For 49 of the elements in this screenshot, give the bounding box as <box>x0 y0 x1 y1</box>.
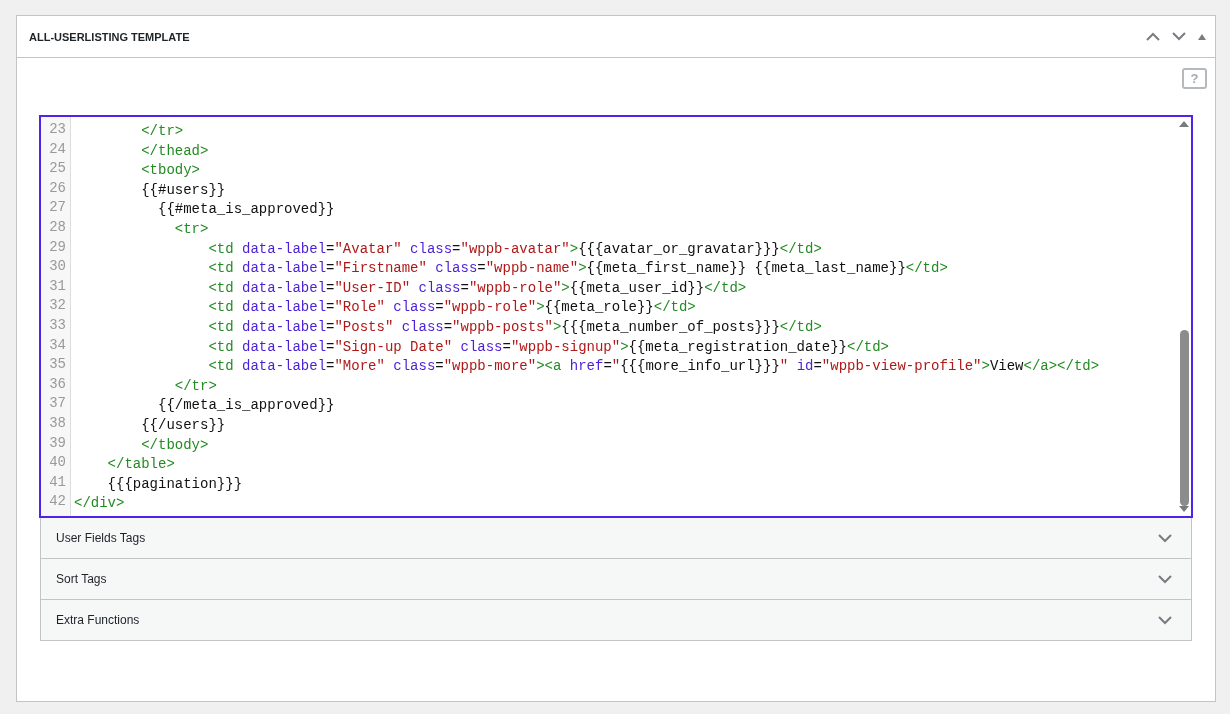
line-number: 28 <box>48 217 67 237</box>
line-number: 35 <box>48 355 67 375</box>
code-line: <td data-label="Avatar" class="wppb-avatar">{{{avatar_or_gravatar}}}</td> <box>207 240 822 257</box>
line-number: 32 <box>48 296 67 316</box>
code-line: </table> <box>106 456 175 473</box>
line-number: 29 <box>48 237 67 257</box>
code-line: <td data-label="Sign-up Date" class="wppb-signup">{{meta_registration_date}}</td> <box>207 338 889 355</box>
line-number: 26 <box>48 178 67 198</box>
code-line: </div> <box>74 495 125 512</box>
line-number: 27 <box>48 198 67 218</box>
line-number: 34 <box>48 335 67 355</box>
code-line: <tr> <box>173 220 209 237</box>
code-line: </tr> <box>140 123 184 139</box>
code-line: </thead> <box>140 142 209 159</box>
code-line: {{{pagination}}} <box>106 475 243 492</box>
accordion-header[interactable]: Sort Tags <box>40 559 1192 600</box>
line-number: 23 <box>48 120 67 139</box>
move-down-icon[interactable] <box>1172 32 1186 41</box>
code-line: {{/meta_is_approved}} <box>157 397 335 414</box>
line-number: 31 <box>48 276 67 296</box>
accordion-header[interactable]: User Fields Tags <box>40 518 1192 559</box>
code-editor[interactable] <box>39 115 1193 518</box>
line-number: 37 <box>48 394 67 414</box>
line-number: 36 <box>48 374 67 394</box>
code-line: {{/users}} <box>140 416 226 433</box>
line-number: 41 <box>48 472 67 492</box>
line-number: 42 <box>48 492 67 512</box>
scroll-up-icon[interactable] <box>1179 121 1189 127</box>
line-number: 30 <box>48 257 67 277</box>
line-number: 40 <box>48 453 67 473</box>
code-line: <tbody> <box>140 162 201 179</box>
move-up-icon[interactable] <box>1146 32 1160 41</box>
line-number: 39 <box>48 433 67 453</box>
accordion-header[interactable]: Extra Functions <box>40 600 1192 641</box>
code-line: <td data-label="Posts" class="wppb-posts">{{{meta_number_of_posts}}}</td> <box>207 318 822 335</box>
code-line: <td data-label="Firstname" class="wppb-name">{{meta_first_name}} {{meta_last_name}}</td> <box>207 260 948 277</box>
collapse-triangle-icon[interactable] <box>1198 33 1206 40</box>
line-number: 38 <box>48 413 67 433</box>
line-number: 33 <box>48 315 67 335</box>
code-line: <td data-label="User-ID" class="wppb-role">{{meta_user_id}}</td> <box>207 279 747 296</box>
code-line: {{#users}} <box>140 181 226 198</box>
panel-title: ALL-USERLISTING TEMPLATE <box>29 30 190 43</box>
code-line: <td data-label="More" class="wppb-more"><a href="{{{more_info_url}}}" id="wppb-view-profile">View</a></td> <box>207 358 1100 375</box>
code-line: </tbody> <box>140 436 209 453</box>
line-number: 25 <box>48 159 67 179</box>
code-line: {{#meta_is_approved}} <box>157 201 335 218</box>
code-line: </tr> <box>173 377 217 394</box>
code-line: <td data-label="Role" class="wppb-role">{{meta_role}}</td> <box>207 299 696 316</box>
line-number: 24 <box>48 139 67 159</box>
